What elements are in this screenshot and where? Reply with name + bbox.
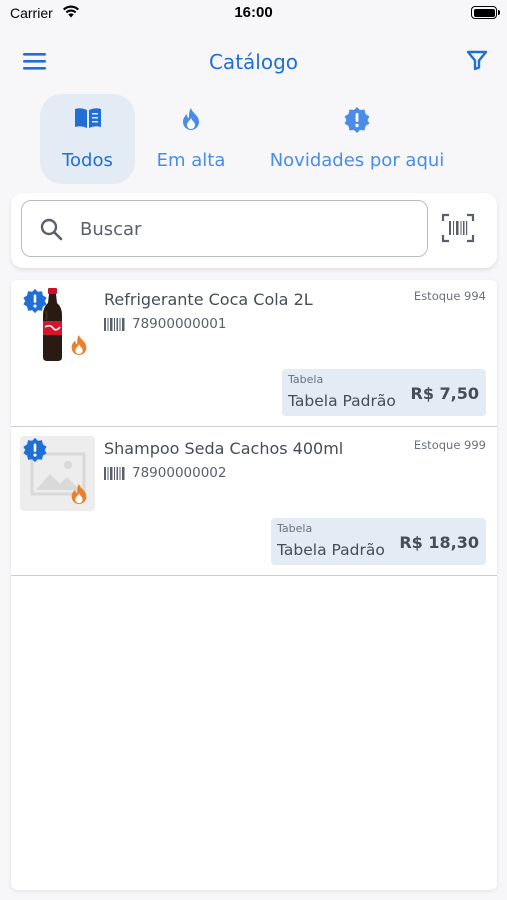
list-item[interactable]: Shampoo Seda Cachos 400ml 78900000002 Es… <box>11 429 497 575</box>
filter-button[interactable] <box>465 48 489 72</box>
search-input[interactable]: Buscar <box>21 200 428 257</box>
filter-icon <box>466 50 488 71</box>
product-code: 78900000001 <box>132 316 227 332</box>
product-name: Refrigerante Coca Cola 2L <box>104 290 313 309</box>
barcode-scan-button[interactable] <box>441 213 475 243</box>
tab-em-alta[interactable]: Em alta <box>148 94 234 184</box>
tab-label: Novidades por aqui <box>269 150 445 171</box>
stock-label: Estoque 994 <box>413 289 486 303</box>
barcode-icon <box>104 318 125 331</box>
divider <box>11 426 497 427</box>
product-price: R$ 18,30 <box>399 533 479 552</box>
barcode-scan-icon <box>441 213 475 243</box>
category-tabs: Todos Em alta Novidades por aqui <box>0 92 507 187</box>
new-badge-icon <box>344 107 370 133</box>
status-time: 16:00 <box>234 4 273 21</box>
price-table-name: Tabela Padrão <box>277 541 385 559</box>
tab-todos[interactable]: Todos <box>40 94 135 184</box>
barcode-icon <box>104 467 125 480</box>
price-box: Tabela Tabela Padrão R$ 7,50 <box>282 369 486 416</box>
list-item[interactable]: Refrigerante Coca Cola 2L 78900000001 Es… <box>11 280 497 426</box>
search-placeholder: Buscar <box>80 219 142 240</box>
product-price: R$ 7,50 <box>410 384 480 403</box>
tab-label: Em alta <box>156 150 226 171</box>
tab-novidades[interactable]: Novidades por aqui <box>258 94 456 184</box>
flame-icon <box>183 108 199 130</box>
product-code: 78900000002 <box>132 465 227 481</box>
price-table-caption: Tabela <box>277 522 313 535</box>
new-badge-icon <box>22 437 48 463</box>
search-bar: Buscar <box>11 193 497 268</box>
stock-label: Estoque 999 <box>413 438 486 452</box>
search-icon <box>40 218 63 241</box>
page-title: Catálogo <box>208 50 299 74</box>
price-table-name: Tabela Padrão <box>288 392 396 410</box>
tab-label: Todos <box>62 150 113 171</box>
product-name: Shampoo Seda Cachos 400ml <box>104 439 344 458</box>
product-list: Refrigerante Coca Cola 2L 78900000001 Es… <box>11 280 497 890</box>
nav-bar: Catálogo <box>0 40 507 84</box>
battery-icon <box>471 6 500 19</box>
price-box: Tabela Tabela Padrão R$ 18,30 <box>271 518 486 565</box>
price-table-caption: Tabela <box>288 373 324 386</box>
hot-flame-icon <box>68 333 90 357</box>
status-bar: Carrier 16:00 <box>0 0 507 30</box>
divider <box>11 575 497 576</box>
new-badge-icon <box>22 288 48 314</box>
hot-flame-icon <box>68 482 90 506</box>
book-icon <box>74 108 101 128</box>
